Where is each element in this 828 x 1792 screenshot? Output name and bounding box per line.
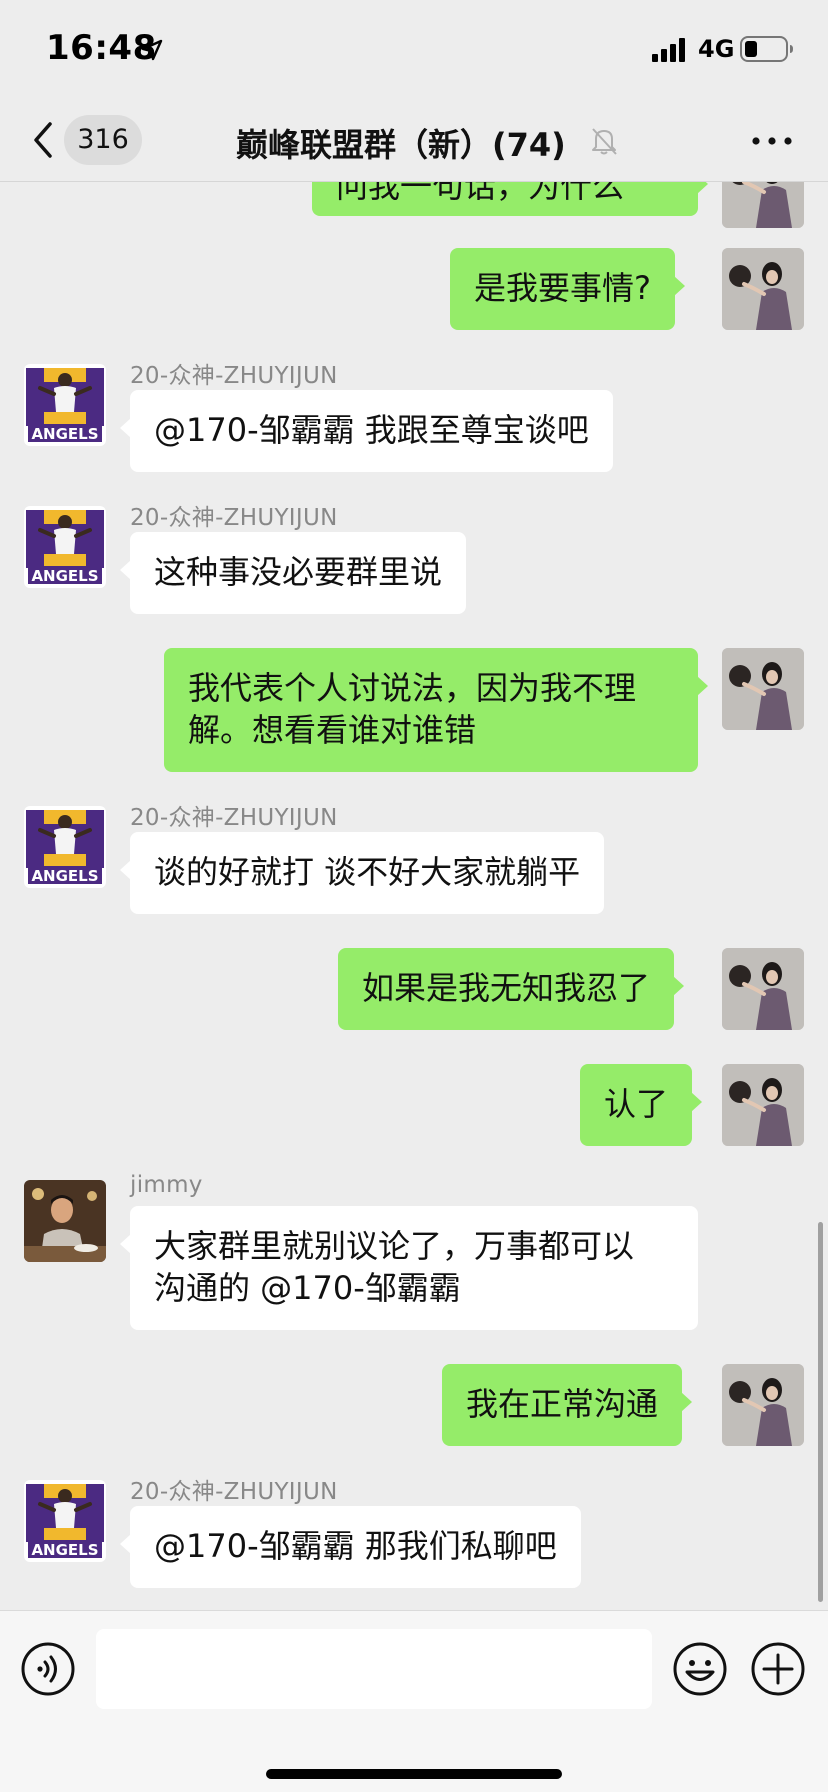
message-bubble[interactable]: 如果是我无知我忍了 (338, 948, 685, 1030)
sender-name: 20-众神-ZHUYIJUN (130, 805, 338, 831)
chat-title: 巅峰联盟群（新）(74) (236, 126, 566, 164)
angels-logo-text: ANGELS (31, 567, 98, 585)
angels-logo-text: ANGELS (31, 425, 98, 443)
message-text-line: 沟通的 @170-邹霸霸 (154, 1269, 461, 1307)
sender-avatar[interactable]: ANGELS (24, 806, 106, 888)
location-arrow-icon (141, 39, 163, 61)
message-text-line: 我代表个人讨说法，因为我不理 (188, 669, 637, 707)
user-avatar[interactable] (722, 948, 804, 1030)
message-bubble[interactable]: 我在正常沟通 (442, 1364, 693, 1446)
sender-name: jimmy (130, 1172, 203, 1198)
message-bubble[interactable]: 问我一句话，为什么 (312, 182, 708, 216)
user-avatar[interactable] (722, 248, 804, 330)
message-list[interactable]: 问我一句话，为什么 是我要事情? ANGELS 20-众神-ZHUYIJUN @… (0, 182, 828, 1610)
network-type: 4G (698, 35, 735, 63)
battery-icon (740, 36, 793, 62)
angels-logo-text: ANGELS (31, 867, 98, 885)
message-bubble[interactable]: 谈的好就打 谈不好大家就躺平 (119, 832, 605, 914)
message-text: 是我要事情? (474, 269, 651, 307)
message-bubble[interactable]: @170-邹霸霸 那我们私聊吧 (120, 1506, 581, 1588)
back-chevron-icon[interactable] (28, 120, 58, 160)
message-text: 如果是我无知我忍了 (362, 969, 651, 1007)
angels-logo: ANGELS (24, 364, 106, 446)
sender-avatar[interactable]: ANGELS (24, 364, 106, 446)
status-bar: 16:48 4G (0, 0, 828, 100)
message-text-line: 解。想看看谁对谁错 (188, 711, 477, 749)
message-bubble[interactable]: 大家群里就别议论了，万事都可以 沟通的 @170-邹霸霸 (120, 1206, 698, 1330)
sender-avatar[interactable]: ANGELS (24, 506, 106, 588)
girl-photo (722, 648, 804, 730)
angels-logo: ANGELS (24, 506, 106, 588)
message-text: 谈的好就打 谈不好大家就躺平 (154, 853, 581, 891)
cellular-signal-icon (652, 38, 685, 62)
message-text: 认了 (604, 1085, 669, 1123)
message-bubble[interactable]: 我代表个人讨说法，因为我不理 解。想看看谁对谁错 (164, 648, 708, 772)
user-avatar[interactable] (722, 182, 804, 228)
input-bar (0, 1610, 828, 1792)
user-avatar[interactable] (722, 1364, 804, 1446)
message-bubble[interactable]: 认了 (580, 1064, 703, 1146)
girl-photo (722, 248, 804, 330)
sender-name: 20-众神-ZHUYIJUN (130, 363, 338, 389)
mute-bell-icon (592, 128, 617, 155)
message-text: 我在正常沟通 (466, 1385, 659, 1423)
angels-logo-text: ANGELS (31, 1541, 98, 1559)
sender-avatar[interactable]: ANGELS (24, 1480, 106, 1562)
girl-photo (722, 1364, 804, 1446)
message-text: 问我一句话，为什么 (336, 182, 625, 205)
sender-name: 20-众神-ZHUYIJUN (130, 505, 338, 531)
girl-photo (722, 948, 804, 1030)
message-bubble[interactable]: @170-邹霸霸 我跟至尊宝谈吧 (120, 390, 613, 472)
girl-photo (722, 182, 804, 228)
message-bubble[interactable]: 这种事没必要群里说 (119, 532, 467, 614)
scrollbar-thumb[interactable] (818, 1222, 823, 1602)
more-options-icon[interactable] (750, 126, 794, 156)
message-text: @170-邹霸霸 我跟至尊宝谈吧 (154, 411, 589, 449)
home-indicator (266, 1769, 562, 1779)
unread-count-badge[interactable]: 316 (64, 115, 142, 165)
user-avatar[interactable] (722, 1064, 804, 1146)
voice-input-icon[interactable] (20, 1641, 76, 1697)
message-text-line: 大家群里就别议论了，万事都可以 (154, 1227, 635, 1265)
emoji-icon[interactable] (672, 1641, 728, 1697)
angels-logo: ANGELS (24, 1480, 106, 1562)
message-text: @170-邹霸霸 那我们私聊吧 (154, 1527, 557, 1565)
nav-bar: 316 巅峰联盟群（新）(74) (0, 100, 828, 182)
message-bubble[interactable]: 是我要事情? (450, 248, 685, 330)
plus-icon[interactable] (750, 1641, 806, 1697)
user-avatar[interactable] (722, 648, 804, 730)
chat-screen: 16:48 4G 316 巅峰联盟群（新）(74) 问我一句话，为什么 是我要事… (0, 0, 828, 1792)
girl-photo (722, 1064, 804, 1146)
message-input[interactable] (96, 1629, 652, 1709)
sender-name: 20-众神-ZHUYIJUN (130, 1479, 338, 1505)
man-photo (24, 1180, 106, 1262)
sender-avatar[interactable] (24, 1180, 106, 1262)
angels-logo: ANGELS (24, 806, 106, 888)
message-text: 这种事没必要群里说 (154, 553, 443, 591)
